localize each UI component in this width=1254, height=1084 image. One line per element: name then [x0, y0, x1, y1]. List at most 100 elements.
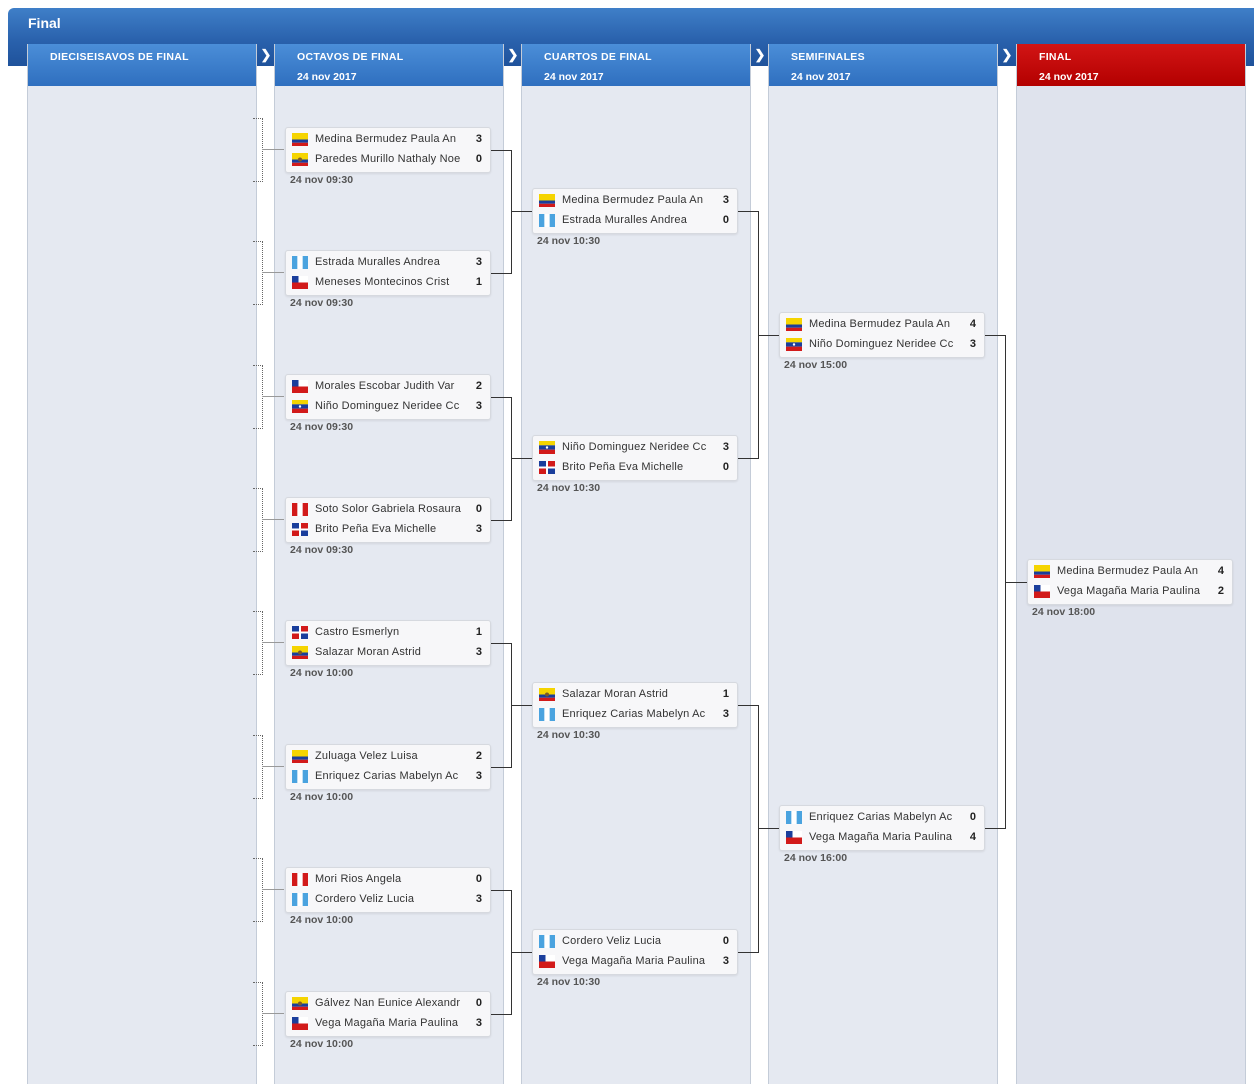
player-row[interactable]: Castro Esmerlyn 1: [286, 623, 490, 643]
player-row[interactable]: Medina Bermudez Paula An 3: [533, 191, 737, 211]
player-row[interactable]: Medina Bermudez Paula An 4: [1028, 562, 1232, 582]
next-round-arrow-icon[interactable]: ❯: [754, 48, 766, 62]
match-card[interactable]: Medina Bermudez Paula An 4 Vega Magaña Mar…: [1027, 559, 1233, 605]
round-header[interactable]: CUARTOS DE FINAL 24 nov 2017: [522, 44, 750, 86]
round-column: SEMIFINALES 24 nov 2017: [768, 44, 998, 1084]
player-row[interactable]: Niño Dominguez Neridee Cc 3: [780, 335, 984, 355]
match-time: 24 nov 16:00: [784, 852, 848, 864]
player-score: 1: [475, 626, 482, 638]
player-score: 3: [475, 646, 482, 658]
match-card[interactable]: Mori Rios Angela 0 Cordero Veliz Lucia 3: [285, 867, 491, 913]
player-row[interactable]: Salazar Moran Astrid 1: [533, 685, 737, 705]
match-card[interactable]: Medina Bermudez Paula An 3 Estrada Muralle…: [532, 188, 738, 234]
match-card[interactable]: Salazar Moran Astrid 1 Enriquez Carias Mab…: [532, 682, 738, 728]
player-score: 0: [475, 873, 482, 885]
player-score: 3: [475, 400, 482, 412]
player-score: 4: [969, 318, 976, 330]
round-header[interactable]: DIECISEISAVOS DE FINAL: [28, 44, 256, 86]
colombia-flag-icon: [292, 133, 308, 146]
guatemala-flag-icon: [292, 770, 308, 783]
match-time: 24 nov 10:30: [537, 482, 601, 494]
player-name: Brito Peña Eva Michelle: [315, 523, 437, 535]
player-row[interactable]: Zuluaga Velez Luisa 2: [286, 747, 490, 767]
next-round-arrow-icon[interactable]: ❯: [260, 48, 272, 62]
match-time: 24 nov 10:30: [537, 729, 601, 741]
player-row[interactable]: Estrada Muralles Andrea 3: [286, 253, 490, 273]
next-round-arrow-icon[interactable]: ❯: [1001, 48, 1013, 62]
connector-line: [491, 273, 511, 274]
player-name: Salazar Moran Astrid: [562, 688, 669, 700]
player-score: 3: [722, 194, 729, 206]
player-row[interactable]: Enriquez Carias Mabelyn Ac 3: [533, 705, 737, 725]
player-row[interactable]: Enriquez Carias Mabelyn Ac 3: [286, 767, 490, 787]
guatemala-flag-icon: [786, 811, 802, 824]
colombia-flag-icon: [1034, 565, 1050, 578]
player-score: 2: [475, 750, 482, 762]
player-row[interactable]: Niño Dominguez Neridee Cc 3: [533, 438, 737, 458]
match-card[interactable]: Castro Esmerlyn 1 Salazar Moran Astrid 3: [285, 620, 491, 666]
player-row[interactable]: Brito Peña Eva Michelle 3: [286, 520, 490, 540]
player-row[interactable]: Medina Bermudez Paula An 3: [286, 130, 490, 150]
connector-line: [262, 766, 284, 767]
player-name: Cordero Veliz Lucia: [315, 893, 415, 905]
round-name: FINAL: [1039, 51, 1072, 63]
player-row[interactable]: Vega Magaña Maria Paulina 3: [286, 1014, 490, 1034]
player-row[interactable]: Mori Rios Angela 0: [286, 870, 490, 890]
match-card[interactable]: Zuluaga Velez Luisa 2 Enriquez Carias Mabe…: [285, 744, 491, 790]
player-name: Paredes Murillo Nathaly Noe: [315, 153, 461, 165]
round-name: DIECISEISAVOS DE FINAL: [50, 51, 189, 63]
connector-line: [253, 982, 263, 1046]
player-name: Estrada Muralles Andrea: [315, 256, 441, 268]
connector-line: [511, 458, 532, 459]
player-row[interactable]: Morales Escobar Judith Var 2: [286, 377, 490, 397]
connector-line: [511, 705, 532, 706]
player-row[interactable]: Meneses Montecinos Crist 1: [286, 273, 490, 293]
round-header[interactable]: OCTAVOS DE FINAL 24 nov 2017: [275, 44, 503, 86]
match-time: 24 nov 09:30: [290, 297, 354, 309]
player-row[interactable]: Cordero Veliz Lucia 0: [533, 932, 737, 952]
player-row[interactable]: Vega Magaña Maria Paulina 2: [1028, 582, 1232, 602]
match-card[interactable]: Gálvez Nan Eunice Alexandr 0 Vega Magaña M…: [285, 991, 491, 1037]
connector-line: [253, 365, 263, 429]
connector-line: [738, 458, 758, 459]
player-score: 0: [722, 461, 729, 473]
connector-line: [738, 211, 758, 212]
round-header[interactable]: SEMIFINALES 24 nov 2017: [769, 44, 997, 86]
match-card[interactable]: Soto Solor Gabriela Rosaura 0 Brito Peña E…: [285, 497, 491, 543]
player-name: Niño Dominguez Neridee Cc: [315, 400, 460, 412]
round-header[interactable]: FINAL 24 nov 2017: [1017, 44, 1245, 86]
player-name: Enriquez Carias Mabelyn Ac: [315, 770, 459, 782]
player-row[interactable]: Paredes Murillo Nathaly Noe 0: [286, 150, 490, 170]
player-row[interactable]: Niño Dominguez Neridee Cc 3: [286, 397, 490, 417]
player-row[interactable]: Cordero Veliz Lucia 3: [286, 890, 490, 910]
venezuela-flag-icon: [539, 441, 555, 454]
player-row[interactable]: Gálvez Nan Eunice Alexandr 0: [286, 994, 490, 1014]
player-score: 0: [475, 153, 482, 165]
round-name: SEMIFINALES: [791, 51, 865, 63]
connector-line: [253, 858, 263, 922]
match-card[interactable]: Cordero Veliz Lucia 0 Vega Magaña Maria Pa…: [532, 929, 738, 975]
player-row[interactable]: Salazar Moran Astrid 3: [286, 643, 490, 663]
player-score: 2: [1217, 585, 1224, 597]
chile-flag-icon: [539, 955, 555, 968]
player-row[interactable]: Soto Solor Gabriela Rosaura 0: [286, 500, 490, 520]
player-name: Niño Dominguez Neridee Cc: [809, 338, 954, 350]
match-card[interactable]: Niño Dominguez Neridee Cc 3 Brito Peña Eva…: [532, 435, 738, 481]
player-row[interactable]: Medina Bermudez Paula An 4: [780, 315, 984, 335]
connector-line: [253, 611, 263, 675]
match-card[interactable]: Morales Escobar Judith Var 2 Niño Domingue…: [285, 374, 491, 420]
player-row[interactable]: Vega Magaña Maria Paulina 3: [533, 952, 737, 972]
next-round-arrow-icon[interactable]: ❯: [507, 48, 519, 62]
guatemala-flag-icon: [292, 256, 308, 269]
match-card[interactable]: Enriquez Carias Mabelyn Ac 0 Vega Magaña M…: [779, 805, 985, 851]
player-row[interactable]: Enriquez Carias Mabelyn Ac 0: [780, 808, 984, 828]
player-row[interactable]: Brito Peña Eva Michelle 0: [533, 458, 737, 478]
player-score: 4: [969, 831, 976, 843]
player-row[interactable]: Estrada Muralles Andrea 0: [533, 211, 737, 231]
player-row[interactable]: Vega Magaña Maria Paulina 4: [780, 828, 984, 848]
match-card[interactable]: Medina Bermudez Paula An 4 Niño Dominguez …: [779, 312, 985, 358]
chile-flag-icon: [292, 276, 308, 289]
match-card[interactable]: Medina Bermudez Paula An 3 Paredes Murillo…: [285, 127, 491, 173]
match-time: 24 nov 10:30: [537, 235, 601, 247]
match-card[interactable]: Estrada Muralles Andrea 3 Meneses Montecin…: [285, 250, 491, 296]
